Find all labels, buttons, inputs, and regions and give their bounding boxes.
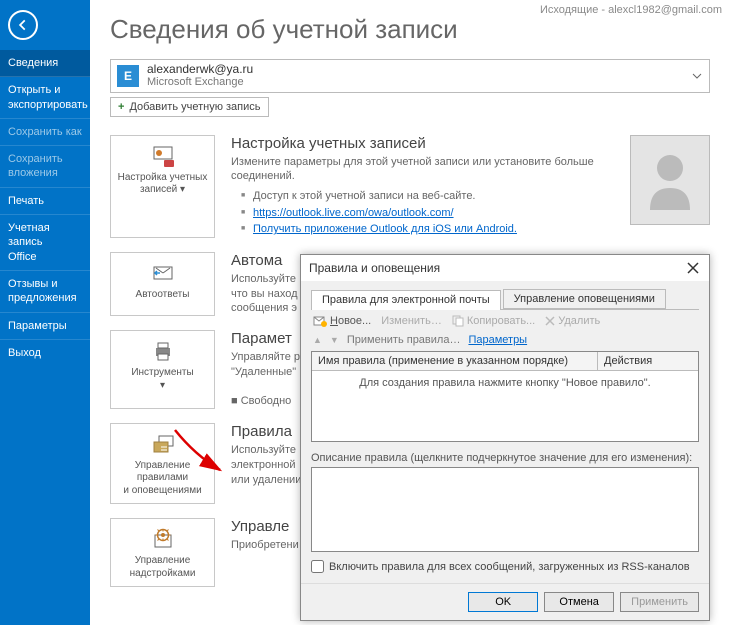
rss-checkbox[interactable] xyxy=(311,560,324,573)
addins-icon xyxy=(151,527,175,551)
delete-icon xyxy=(545,316,555,326)
tile-auto-replies[interactable]: Автоответы xyxy=(110,252,215,317)
new-rule-icon xyxy=(313,315,327,327)
back-button[interactable] xyxy=(8,10,38,40)
chevron-down-icon xyxy=(691,70,703,82)
params-link[interactable]: Параметры xyxy=(468,334,527,346)
rule-desc-label: Описание правила (щелкните подчеркнутое … xyxy=(311,452,699,464)
account-settings-icon xyxy=(151,144,175,168)
link-outlook-web[interactable]: https://outlook.live.com/owa/outlook.com… xyxy=(253,207,454,219)
rules-empty-msg: Для создания правила нажмите кнопку "Нов… xyxy=(312,371,698,441)
nav-print[interactable]: Печать xyxy=(0,188,90,215)
rule-desc-box xyxy=(311,467,699,552)
nav-office-account[interactable]: Учетная запись Office xyxy=(0,215,90,271)
rules-icon xyxy=(151,432,175,456)
dialog-title: Правила и оповещения xyxy=(309,261,685,275)
move-down-icon[interactable]: ▼ xyxy=(330,335,339,345)
auto-reply-icon xyxy=(151,261,175,285)
sidebar: Сведения Открыть и экспортировать Сохран… xyxy=(0,0,90,625)
tile-account-settings[interactable]: Настройка учетных записей ▾ xyxy=(110,135,215,238)
move-up-icon[interactable]: ▲ xyxy=(313,335,322,345)
nav-options[interactable]: Параметры xyxy=(0,313,90,340)
nav-save-attachments[interactable]: Сохранить вложения xyxy=(0,146,90,188)
btn-change-rule[interactable]: Изменить… xyxy=(381,315,442,327)
cancel-button[interactable]: Отмена xyxy=(544,592,614,612)
copy-icon xyxy=(452,315,464,327)
printer-icon xyxy=(151,339,175,363)
apply-button[interactable]: Применить xyxy=(620,592,699,612)
page-title: Сведения об учетной записи xyxy=(110,14,710,45)
nav-feedback[interactable]: Отзывы и предложения xyxy=(0,271,90,313)
bullet-web-access: Доступ к этой учетной записи на веб-сайт… xyxy=(241,188,614,205)
avatar-placeholder xyxy=(630,135,710,225)
tile-manage-addins[interactable]: Управление надстройками xyxy=(110,518,215,587)
person-icon xyxy=(645,150,695,210)
section-title-account: Настройка учетных записей xyxy=(231,135,614,152)
nav-save-as[interactable]: Сохранить как xyxy=(0,119,90,146)
btn-delete-rule[interactable]: Удалить xyxy=(545,315,600,327)
nav-info[interactable]: Сведения xyxy=(0,50,90,77)
btn-new-rule[interactable]: ННовое...овое... xyxy=(313,315,371,327)
tab-email-rules[interactable]: Правила для электронной почты xyxy=(311,290,501,310)
tile-tools[interactable]: Инструменты ▾ xyxy=(110,330,215,409)
rules-table: Имя правила (применение в указанном поря… xyxy=(311,351,699,442)
window-title: Исходящие - alexcl1982@gmail.com xyxy=(540,4,722,16)
ok-button[interactable]: OK xyxy=(468,592,538,612)
tile-manage-rules[interactable]: Управление правилами и оповещениями xyxy=(110,423,215,505)
account-type: Microsoft Exchange xyxy=(147,76,691,89)
apply-rules-label: Применить правила… xyxy=(347,334,461,346)
link-outlook-mobile[interactable]: Получить приложение Outlook для iOS или … xyxy=(253,223,517,235)
nav-exit[interactable]: Выход xyxy=(0,340,90,366)
close-icon[interactable] xyxy=(685,260,701,276)
account-selector[interactable]: E alexanderwk@ya.ru Microsoft Exchange xyxy=(110,59,710,93)
section-desc-account: Измените параметры для этой учетной запи… xyxy=(231,155,614,185)
tab-alerts[interactable]: Управление оповещениями xyxy=(503,289,666,309)
rules-dialog: Правила и оповещения Правила для электро… xyxy=(300,254,710,621)
add-account-button[interactable]: + Добавить учетную запись xyxy=(110,97,269,117)
arrow-left-icon xyxy=(16,18,30,32)
nav-open-export[interactable]: Открыть и экспортировать xyxy=(0,77,90,119)
rss-checkbox-label: Включить правила для всех сообщений, заг… xyxy=(329,561,690,573)
exchange-icon: E xyxy=(117,65,139,87)
col-rule-name: Имя правила (применение в указанном поря… xyxy=(312,352,598,370)
col-actions: Действия xyxy=(598,352,698,370)
btn-copy-rule[interactable]: Копировать... xyxy=(452,315,535,327)
account-email: alexanderwk@ya.ru xyxy=(147,62,691,76)
plus-icon: + xyxy=(118,101,124,113)
